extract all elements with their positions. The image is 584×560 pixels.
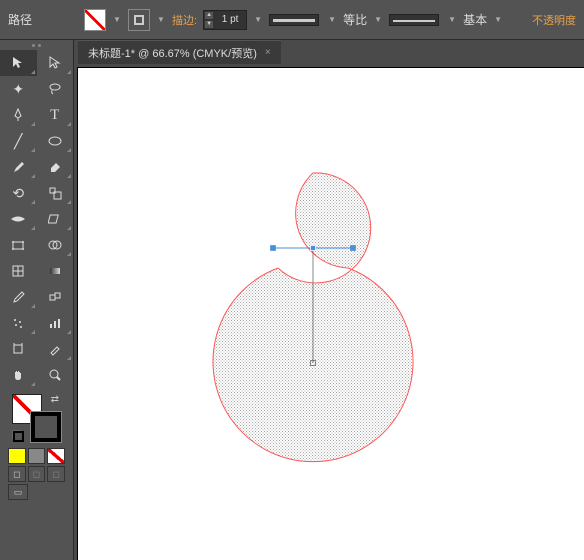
- control-bar: 路径 ▼ ▼ 描边: ▲▼ 1 pt ▼ ▼ 等比 ▼ ▼ 基本 ▼ 不透明度: [0, 0, 584, 40]
- stroke-dropdown-icon[interactable]: ▼: [156, 9, 166, 31]
- tools-panel: ✦ T ╱ ⟲ ⇄ ◻ ◻ ◻: [0, 40, 74, 560]
- fill-swatch[interactable]: [84, 9, 106, 31]
- artboard-tool-icon[interactable]: [0, 336, 37, 362]
- profile1-dropdown-icon[interactable]: ▼: [373, 9, 383, 31]
- eraser-tool-icon[interactable]: [37, 154, 74, 180]
- stroke-stepper[interactable]: ▲▼: [204, 11, 214, 29]
- width-profile-dropdown-icon[interactable]: ▼: [327, 9, 337, 31]
- lasso-tool-icon[interactable]: [37, 76, 74, 102]
- panel-handle-icon[interactable]: [0, 40, 73, 50]
- gradient-tool-icon[interactable]: [37, 258, 74, 284]
- scale-tool-icon[interactable]: [37, 180, 74, 206]
- width-profile[interactable]: [269, 14, 319, 26]
- default-fill-stroke-icon[interactable]: [12, 430, 24, 442]
- ellipse-tool-icon[interactable]: [37, 128, 74, 154]
- color-mode-gradient-icon[interactable]: [28, 448, 46, 464]
- hand-tool-icon[interactable]: [0, 362, 37, 388]
- mesh-tool-icon[interactable]: [0, 258, 37, 284]
- selection-tool-icon[interactable]: [0, 50, 37, 76]
- color-mode-color-icon[interactable]: [8, 448, 26, 464]
- artboard[interactable]: [78, 68, 584, 560]
- fill-dropdown-icon[interactable]: ▼: [112, 9, 122, 31]
- swap-fill-stroke-icon[interactable]: ⇄: [51, 394, 59, 405]
- brush-def-dropdown-icon[interactable]: ▼: [447, 9, 457, 31]
- profile2-label: 基本: [463, 11, 487, 28]
- draw-mode-row: ◻ ◻ ◻: [8, 466, 65, 482]
- tab-title: 未标题-1* @ 66.67% (CMYK/预览): [88, 45, 257, 61]
- stroke-label[interactable]: 描边:: [172, 12, 197, 28]
- draw-behind-icon[interactable]: ◻: [28, 466, 46, 482]
- free-transform-tool-icon[interactable]: [0, 232, 37, 258]
- graph-tool-icon[interactable]: [37, 310, 74, 336]
- draw-normal-icon[interactable]: ◻: [8, 466, 26, 482]
- fill-stroke-control[interactable]: ⇄: [12, 394, 61, 442]
- warp-tool-icon[interactable]: [37, 206, 74, 232]
- symbol-sprayer-tool-icon[interactable]: [0, 310, 37, 336]
- width-tool-icon[interactable]: [0, 206, 37, 232]
- pen-tool-icon[interactable]: [0, 102, 37, 128]
- canvas[interactable]: [74, 64, 584, 560]
- stroke-swatch[interactable]: [128, 9, 150, 31]
- object-type-label: 路径: [8, 11, 32, 28]
- zoom-tool-icon[interactable]: [37, 362, 74, 388]
- tool-grid: ✦ T ╱ ⟲: [0, 50, 73, 388]
- shape-builder-tool-icon[interactable]: [37, 232, 74, 258]
- blend-tool-icon[interactable]: [37, 284, 74, 310]
- stroke-weight-input[interactable]: ▲▼ 1 pt: [203, 10, 247, 30]
- magic-wand-tool-icon[interactable]: ✦: [0, 76, 37, 102]
- stroke-weight-dropdown-icon[interactable]: ▼: [253, 9, 263, 31]
- eyedropper-tool-icon[interactable]: [0, 284, 37, 310]
- stroke-color-icon[interactable]: [31, 412, 61, 442]
- stroke-value: 1 pt: [214, 14, 246, 25]
- color-mode-none-icon[interactable]: [47, 448, 65, 464]
- direct-selection-tool-icon[interactable]: [37, 50, 74, 76]
- profile2-dropdown-icon[interactable]: ▼: [493, 9, 503, 31]
- close-icon[interactable]: ×: [265, 47, 271, 58]
- brush-def[interactable]: [389, 14, 439, 26]
- color-mode-row: [8, 448, 65, 464]
- draw-inside-icon[interactable]: ◻: [47, 466, 65, 482]
- screen-mode-icon[interactable]: ▭: [8, 484, 28, 500]
- document-tabs: 未标题-1* @ 66.67% (CMYK/预览) ×: [0, 40, 584, 64]
- document-tab[interactable]: 未标题-1* @ 66.67% (CMYK/预览) ×: [78, 40, 281, 64]
- profile1-label: 等比: [343, 11, 367, 28]
- opacity-label[interactable]: 不透明度: [532, 12, 576, 28]
- screen-mode-row: ▭: [8, 484, 65, 500]
- line-tool-icon[interactable]: ╱: [0, 128, 37, 154]
- type-tool-icon[interactable]: T: [37, 102, 74, 128]
- selected-path-shape[interactable]: [78, 68, 584, 560]
- slice-tool-icon[interactable]: [37, 336, 74, 362]
- paintbrush-tool-icon[interactable]: [0, 154, 37, 180]
- rotate-tool-icon[interactable]: ⟲: [0, 180, 37, 206]
